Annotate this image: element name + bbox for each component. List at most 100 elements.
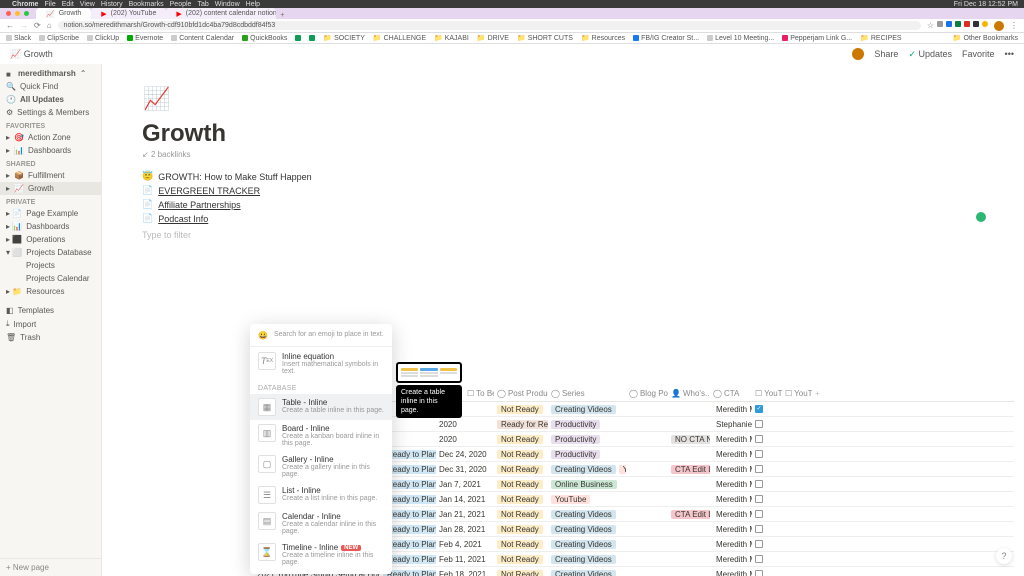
bookmark[interactable]: Level 10 Meeting... xyxy=(707,35,774,42)
page-link[interactable]: 😇GROWTH: How to Make Stuff Happen xyxy=(142,171,802,182)
sidebar-item[interactable]: ▸ 🎯Action Zone xyxy=(0,131,101,144)
favorite-button[interactable]: Favorite xyxy=(962,49,995,59)
cell-series[interactable]: Creating Videos xyxy=(548,509,626,520)
help-button[interactable]: ? xyxy=(996,548,1012,564)
cell-series[interactable]: Online Business xyxy=(548,479,626,490)
menu-list-inline[interactable]: ☰ List - InlineCreate a list inline in t… xyxy=(250,482,392,508)
cell-date[interactable]: Feb 18, 2021 xyxy=(436,569,494,576)
cell-blog[interactable] xyxy=(626,543,668,545)
cell-post-production[interactable]: Not Ready xyxy=(494,494,548,505)
sidebar-subitem[interactable]: Projects Calendar xyxy=(0,272,101,285)
menu-table-inline[interactable]: ▦ Table - InlineCreate a table inline in… xyxy=(250,394,392,420)
cell-series[interactable]: Productivity xyxy=(548,449,626,460)
sidebar-item[interactable]: ▸ 📄Page Example xyxy=(0,207,101,220)
bookmark-folder[interactable]: 📁RECIPES xyxy=(860,34,901,42)
sidebar-item[interactable]: ▾ ⬜Projects Database xyxy=(0,246,101,259)
back-button[interactable]: ← xyxy=(6,21,14,30)
updates-button[interactable]: ✓ Updates xyxy=(908,49,952,60)
cell-date[interactable]: Jan 14, 2021 xyxy=(436,494,494,505)
sidebar-item[interactable]: ▸ ⬛Operations xyxy=(0,233,101,246)
sidebar-item[interactable]: ▸ 📁Resources xyxy=(0,285,101,298)
cell-cta[interactable] xyxy=(668,408,710,410)
app-name[interactable]: Chrome xyxy=(12,1,38,8)
cell-blog[interactable] xyxy=(626,453,668,455)
bookmark[interactable]: Slack xyxy=(6,35,31,42)
cell-date[interactable]: Jan 7, 2021 xyxy=(436,479,494,490)
cell-checkbox[interactable] xyxy=(752,539,782,549)
cell-date[interactable]: Jan 21, 2021 xyxy=(436,509,494,520)
col-cta[interactable]: ◯ CTA xyxy=(710,388,752,399)
other-bookmarks[interactable]: 📁Other Bookmarks xyxy=(953,34,1018,42)
cell-post-production[interactable]: Not Ready xyxy=(494,479,548,490)
cell-blog[interactable] xyxy=(626,498,668,500)
add-column[interactable]: + xyxy=(812,388,823,399)
quick-find[interactable]: 🔍Quick Find xyxy=(0,80,101,93)
sidebar-item[interactable]: ▸ 📊Dashboards xyxy=(0,144,101,157)
col-post[interactable]: ◯ Post Produc... xyxy=(494,388,548,399)
cell-who[interactable]: Stephanie xyxy=(710,419,752,430)
col-to-be[interactable]: ☐ To Be ... xyxy=(464,388,494,399)
bookmark[interactable] xyxy=(295,35,301,41)
cell-blog[interactable] xyxy=(626,528,668,530)
cell-date[interactable]: Feb 4, 2021 xyxy=(436,539,494,550)
cell-checkbox[interactable] xyxy=(752,494,782,504)
col-yt1[interactable]: ☐ YouTub... xyxy=(752,388,782,399)
cell-blog[interactable] xyxy=(626,468,668,470)
cell-date[interactable]: 2020 xyxy=(436,419,494,430)
menu-calendar-inline[interactable]: ▤ Calendar - InlineCreate a calendar inl… xyxy=(250,508,392,539)
menu-timeline-inline[interactable]: ⌛ Timeline - InlineNEWCreate a timeline … xyxy=(250,539,392,570)
bookmark[interactable] xyxy=(309,35,315,41)
cell-who[interactable]: Meredith M xyxy=(710,569,752,576)
cell-checkbox[interactable] xyxy=(752,524,782,534)
clock[interactable]: Fri Dec 18 12:52 PM xyxy=(954,1,1018,8)
user-avatar[interactable] xyxy=(852,48,864,60)
cell-post-production[interactable]: Not Ready xyxy=(494,404,548,415)
cell-checkbox[interactable] xyxy=(752,569,782,576)
cell-cta[interactable]: CTA Edit Like xyxy=(668,509,710,520)
col-who[interactable]: 👤 Who's... xyxy=(668,388,710,399)
address-bar[interactable]: notion.so/meredithmarsh/Growth-cdf910bfd… xyxy=(58,21,921,30)
cell-blog[interactable] xyxy=(626,513,668,515)
forward-button[interactable]: → xyxy=(20,21,28,30)
extensions-area[interactable]: ☆ xyxy=(927,21,988,30)
cell-cta[interactable] xyxy=(668,483,710,485)
all-updates[interactable]: 🕐All Updates xyxy=(0,93,101,106)
cell-date[interactable]: Dec 24, 2020 xyxy=(436,449,494,460)
bookmark-folder[interactable]: 📁SOCIETY xyxy=(323,34,364,42)
cell-series[interactable]: YouTube xyxy=(548,494,626,505)
cell-who[interactable]: Meredith M xyxy=(710,404,752,415)
cell-date[interactable]: Jan 28, 2021 xyxy=(436,524,494,535)
cell-cta[interactable] xyxy=(668,453,710,455)
col-series[interactable]: ◯ Series xyxy=(548,388,626,399)
sidebar-item[interactable]: ▸ 📦Fulfillment xyxy=(0,169,101,182)
settings[interactable]: ⚙Settings & Members xyxy=(0,106,101,119)
cell-cta[interactable] xyxy=(668,543,710,545)
cell-post-production[interactable]: Not Ready xyxy=(494,524,548,535)
cell-who[interactable]: Meredith M xyxy=(710,464,752,475)
window-controls[interactable] xyxy=(6,11,29,16)
new-page-button[interactable]: + New page xyxy=(0,558,101,576)
cell-blog[interactable] xyxy=(626,408,668,410)
cell-series[interactable]: Creating Videos xyxy=(548,539,626,550)
cell-cta[interactable]: NO CTA NEED xyxy=(668,434,710,445)
cell-checkbox[interactable] xyxy=(752,464,782,474)
cell-who[interactable]: Meredith M xyxy=(710,449,752,460)
bookmark[interactable]: ClipScribe xyxy=(39,35,79,42)
cell-post-production[interactable]: Not Ready xyxy=(494,569,548,576)
sidebar-item[interactable]: ▸ 📊Dashboards xyxy=(0,220,101,233)
cell-checkbox[interactable] xyxy=(752,479,782,489)
share-button[interactable]: Share xyxy=(874,49,898,59)
cell-blog[interactable] xyxy=(626,438,668,440)
bookmark[interactable]: Pepperjam Link G... xyxy=(782,35,852,42)
cell-blog[interactable] xyxy=(626,423,668,425)
bookmark-folder[interactable]: 📁SHORT CUTS xyxy=(517,34,573,42)
cell-post-production[interactable]: Not Ready xyxy=(494,539,548,550)
cell-post-production[interactable]: Not Ready xyxy=(494,434,548,445)
cell-blog[interactable] xyxy=(626,558,668,560)
cell-cta[interactable] xyxy=(668,558,710,560)
cell-series[interactable]: Productivity xyxy=(548,434,626,445)
col-blog[interactable]: ◯ Blog Po... xyxy=(626,388,668,399)
cell-post-production[interactable]: Not Ready xyxy=(494,509,548,520)
page-link[interactable]: 📄Podcast Info xyxy=(142,213,802,224)
bookmark[interactable]: Content Calendar xyxy=(171,35,234,42)
